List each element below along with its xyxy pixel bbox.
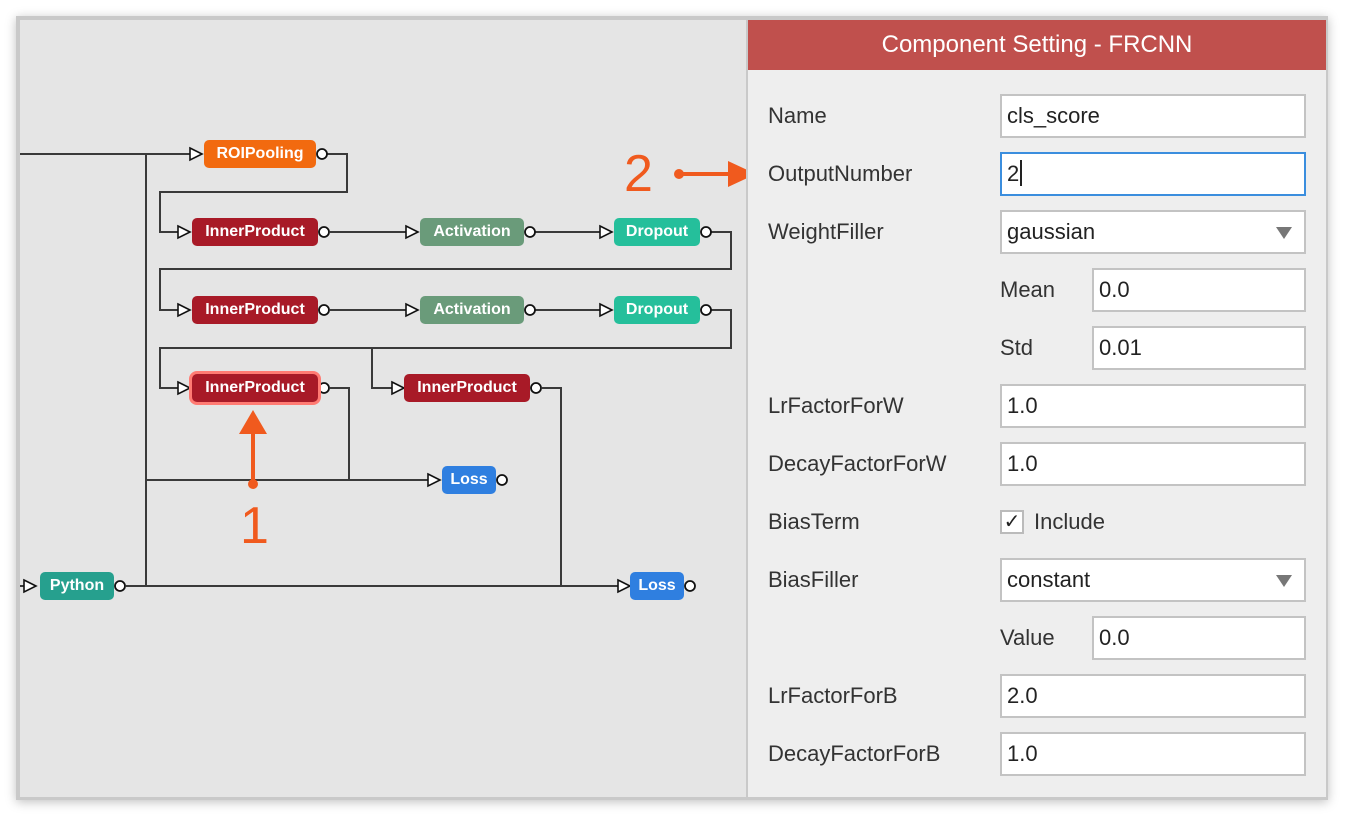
decay-factor-w-input[interactable]: 1.0 bbox=[1000, 442, 1306, 486]
node-innerproduct[interactable]: InnerProduct bbox=[192, 296, 318, 324]
bias-term-checkbox[interactable]: ✓ bbox=[1000, 510, 1024, 534]
output-port-icon bbox=[496, 474, 508, 486]
network-canvas[interactable]: ROIPooling InnerProduct Activation Dropo… bbox=[20, 20, 746, 797]
bias-term-label: BiasTerm bbox=[768, 509, 860, 534]
bias-value-label: Value bbox=[1000, 625, 1055, 650]
bias-filler-value: constant bbox=[1007, 567, 1091, 592]
output-port-icon bbox=[524, 226, 536, 238]
output-port-icon bbox=[318, 382, 330, 394]
decay-factor-b-label: DecayFactorForB bbox=[768, 741, 941, 766]
input-port-icon bbox=[617, 578, 632, 594]
input-port-icon bbox=[189, 146, 204, 162]
std-input[interactable]: 0.01 bbox=[1092, 326, 1306, 370]
node-innerproduct[interactable]: InnerProduct bbox=[404, 374, 530, 402]
name-input[interactable]: cls_score bbox=[1000, 94, 1306, 138]
input-port-icon bbox=[177, 224, 192, 240]
output-port-icon bbox=[316, 148, 328, 160]
node-dropout[interactable]: Dropout bbox=[614, 296, 700, 324]
lr-factor-w-label: LrFactorForW bbox=[768, 393, 904, 418]
annotation-label-2: 2 bbox=[624, 145, 653, 203]
arrow-head-icon bbox=[728, 161, 746, 187]
node-activation[interactable]: Activation bbox=[420, 218, 524, 246]
arrow-tail-dot-icon bbox=[248, 479, 258, 489]
output-port-icon bbox=[318, 304, 330, 316]
output-port-icon bbox=[700, 226, 712, 238]
node-dropout[interactable]: Dropout bbox=[614, 218, 700, 246]
bias-filler-select[interactable]: constant bbox=[1000, 558, 1306, 602]
node-roipooling[interactable]: ROIPooling bbox=[204, 140, 316, 168]
input-port-icon bbox=[177, 302, 192, 318]
input-port-icon bbox=[177, 380, 192, 396]
arrow-head-icon bbox=[239, 410, 267, 434]
node-activation[interactable]: Activation bbox=[420, 296, 524, 324]
lr-factor-w-input[interactable]: 1.0 bbox=[1000, 384, 1306, 428]
bias-value-input[interactable]: 0.0 bbox=[1092, 616, 1306, 660]
input-port-icon bbox=[405, 224, 420, 240]
edge bbox=[542, 387, 562, 586]
std-label: Std bbox=[1000, 335, 1034, 360]
output-port-icon bbox=[524, 304, 536, 316]
output-port-icon bbox=[700, 304, 712, 316]
node-innerproduct-selected[interactable]: InnerProduct bbox=[192, 374, 318, 402]
panel-title: Component Setting - FRCNN bbox=[748, 20, 1326, 70]
input-port-icon bbox=[599, 302, 614, 318]
decay-factor-b-input[interactable]: 1.0 bbox=[1000, 732, 1306, 776]
input-port-icon bbox=[599, 224, 614, 240]
weight-filler-value: gaussian bbox=[1007, 219, 1096, 244]
node-innerproduct[interactable]: InnerProduct bbox=[192, 218, 318, 246]
bias-term-include-label[interactable]: Include bbox=[1034, 500, 1105, 544]
dropdown-arrow-icon bbox=[1276, 575, 1292, 587]
output-port-icon bbox=[318, 226, 330, 238]
output-port-icon bbox=[530, 382, 542, 394]
bias-filler-label: BiasFiller bbox=[768, 567, 859, 592]
weight-filler-label: WeightFiller bbox=[768, 219, 884, 244]
mean-label: Mean bbox=[1000, 277, 1056, 302]
node-python[interactable]: Python bbox=[40, 572, 114, 600]
output-port-icon bbox=[114, 580, 126, 592]
lr-factor-b-label: LrFactorForB bbox=[768, 683, 898, 708]
dropdown-arrow-icon bbox=[1276, 227, 1292, 239]
connection-lines bbox=[20, 146, 746, 594]
node-loss[interactable]: Loss bbox=[442, 466, 496, 494]
edge bbox=[330, 387, 350, 480]
input-port-icon bbox=[427, 472, 442, 488]
node-loss[interactable]: Loss bbox=[630, 572, 684, 600]
arrow-tail-dot-icon bbox=[674, 169, 684, 179]
weight-filler-select[interactable]: gaussian bbox=[1000, 210, 1306, 254]
output-number-input[interactable]: 2 bbox=[1000, 152, 1306, 196]
lr-factor-b-input[interactable]: 2.0 bbox=[1000, 674, 1306, 718]
mean-input[interactable]: 0.0 bbox=[1092, 268, 1306, 312]
input-port-icon bbox=[23, 578, 38, 594]
input-port-icon bbox=[405, 302, 420, 318]
annotation-label-1: 1 bbox=[240, 497, 269, 555]
output-port-icon bbox=[684, 580, 696, 592]
output-number-label: OutputNumber bbox=[768, 161, 913, 186]
text-caret bbox=[1020, 160, 1023, 187]
name-label: Name bbox=[768, 103, 827, 128]
decay-factor-w-label: DecayFactorForW bbox=[768, 451, 947, 476]
output-number-value: 2 bbox=[1007, 161, 1020, 186]
input-port-icon bbox=[391, 380, 406, 396]
component-settings-panel: Component Setting - FRCNN Name cls_score… bbox=[748, 20, 1326, 797]
